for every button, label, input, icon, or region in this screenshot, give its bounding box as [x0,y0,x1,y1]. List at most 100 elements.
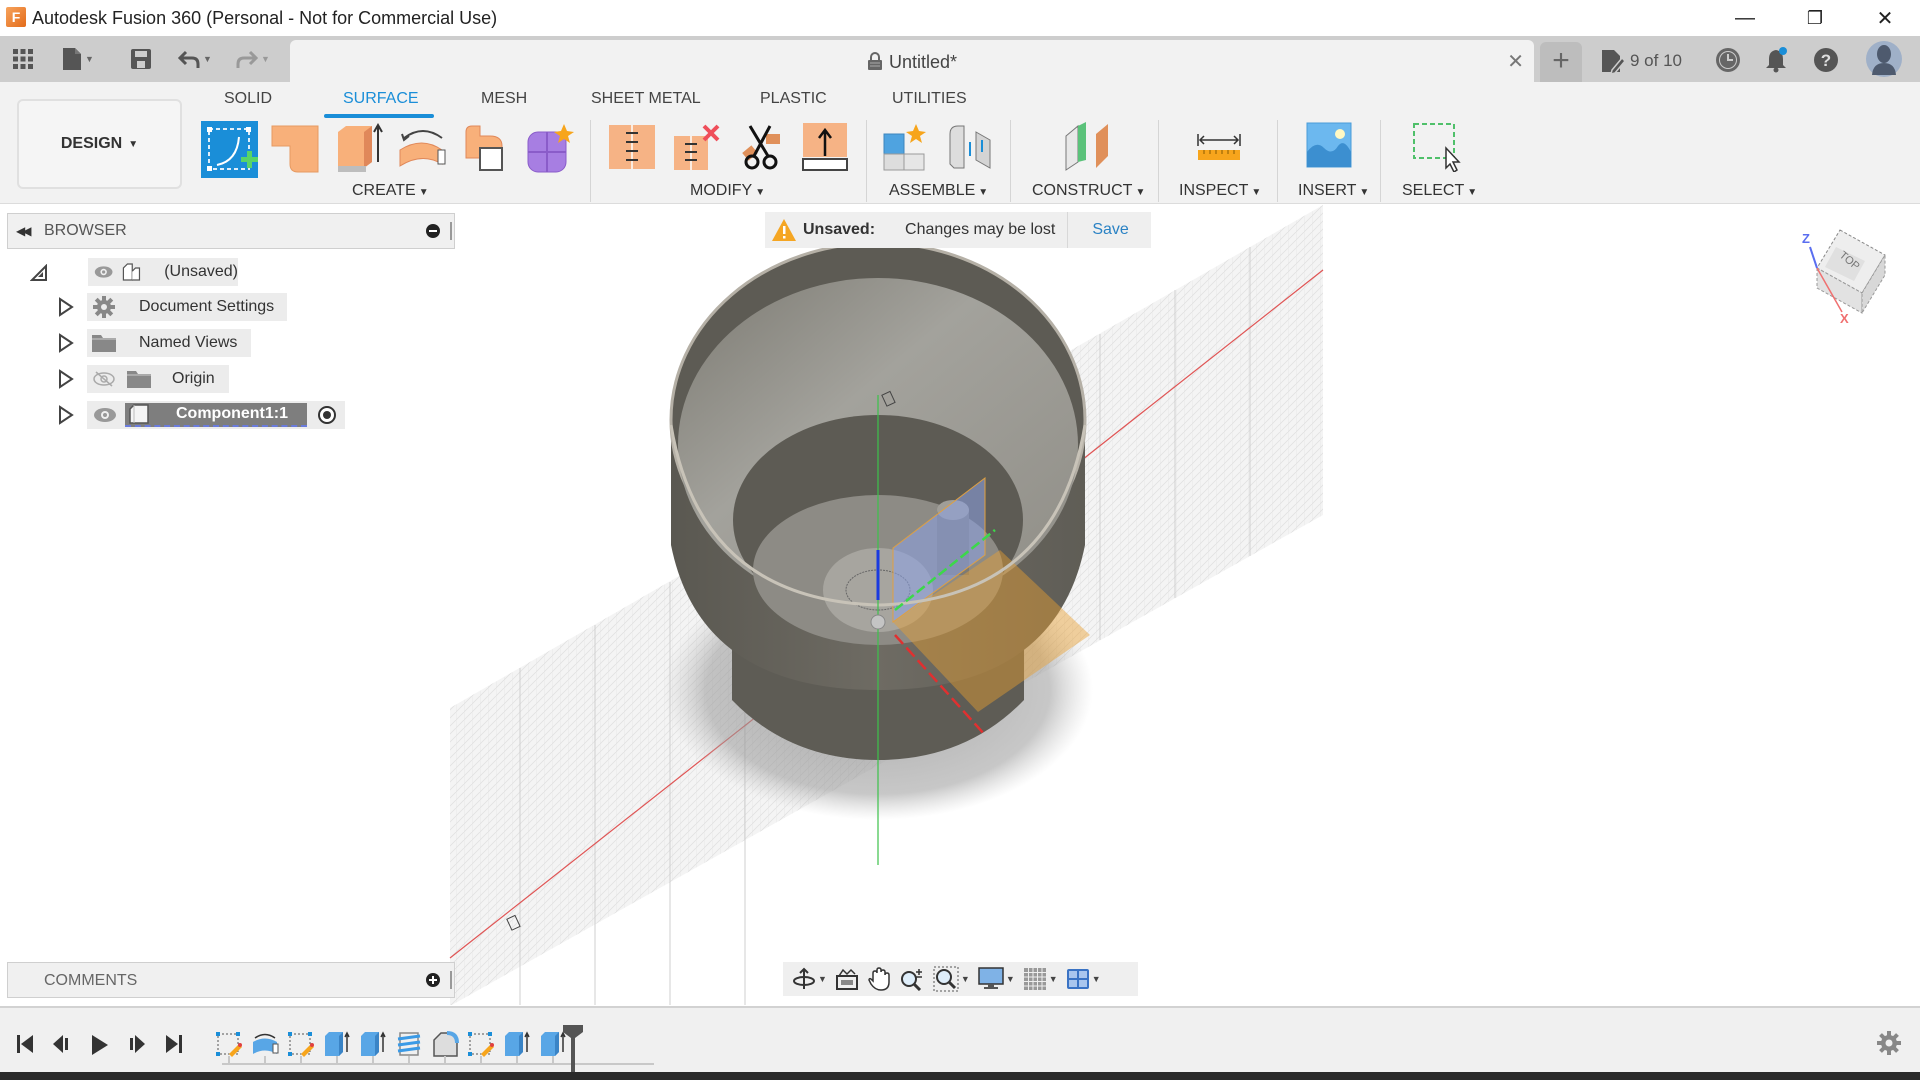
joint-button[interactable] [946,122,996,172]
file-menu-button[interactable]: ▼ [62,46,94,72]
close-tab-button[interactable]: ✕ [1507,49,1524,74]
assemble-menu[interactable]: ASSEMBLE ▼ [889,182,988,200]
play-icon[interactable] [91,1034,109,1056]
eye-icon[interactable] [94,264,113,280]
timeline-extrude-icon[interactable] [323,1030,351,1058]
tree-item-root[interactable]: (Unsaved) [88,258,238,286]
collapse-arrow-icon[interactable] [29,263,48,284]
timeline-extrude-icon[interactable] [503,1030,531,1058]
panel-resize-handle[interactable] [450,222,452,240]
minimize-panel-icon[interactable] [426,224,440,238]
grid-snaps-button[interactable]: ▼ [1020,964,1061,994]
help-button[interactable]: ? [1812,46,1840,74]
gear-icon [93,296,115,318]
timeline-fillet-icon[interactable] [431,1030,459,1058]
create-form-button[interactable] [524,122,574,173]
undo-button[interactable]: ▼ [178,46,212,72]
viewports-button[interactable]: ▼ [1063,964,1104,994]
expand-arrow-icon[interactable] [58,405,76,425]
3d-scene[interactable] [0,205,1920,1005]
unsaved-label: Unsaved: [803,221,876,238]
fit-button[interactable]: ▼ [930,964,973,994]
expand-arrow-icon[interactable] [58,297,76,317]
step-back-icon[interactable] [52,1034,72,1054]
patch-button[interactable] [270,124,320,174]
measure-button[interactable] [1196,132,1246,182]
history-button[interactable] [1714,46,1742,74]
display-settings-button[interactable]: ▼ [975,964,1018,994]
look-at-button[interactable] [832,964,862,994]
save-link[interactable]: Save [1092,221,1128,239]
go-to-start-icon[interactable] [16,1034,34,1054]
extrude-button[interactable] [334,122,384,172]
canvas-viewport[interactable]: TOP Z X [0,205,1920,1005]
pan-button[interactable] [864,964,894,994]
window-select-button[interactable] [1412,122,1462,174]
insert-image-button[interactable] [1306,122,1352,172]
timeline-sketch-icon[interactable] [215,1030,243,1058]
insert-menu[interactable]: INSERT ▼ [1298,182,1369,200]
workspace-switcher[interactable]: DESIGN ▼ [17,99,182,189]
data-panel-button[interactable] [12,46,34,72]
timeline-extrude-icon[interactable] [359,1030,387,1058]
offset-plane-button[interactable] [1062,122,1112,172]
notifications-button[interactable] [1762,46,1790,74]
restore-button[interactable]: ❐ [1780,0,1850,36]
construct-menu[interactable]: CONSTRUCT ▼ [1032,182,1145,200]
close-window-button[interactable]: ✕ [1850,0,1920,36]
timeline-thread-icon[interactable] [395,1030,423,1058]
user-silhouette-icon [1872,45,1896,75]
orbit-button[interactable]: ▼ [789,964,830,994]
settings-gear-icon[interactable] [1876,1030,1902,1056]
create-menu[interactable]: CREATE ▼ [352,182,429,200]
step-forward-icon[interactable] [126,1034,146,1054]
tree-item-component1[interactable]: Component1:1 [87,401,345,429]
unstitch-button[interactable] [672,122,722,172]
new-component-button[interactable] [882,122,932,172]
tree-item-document-settings[interactable]: Document Settings [87,293,287,321]
stitch-button[interactable] [608,123,658,173]
eye-icon[interactable] [93,407,117,423]
viewcube[interactable]: TOP Z X [1790,225,1900,335]
job-status-icon [1602,50,1626,74]
new-tab-button[interactable]: + [1540,42,1582,82]
extend-button[interactable] [802,122,852,172]
offset-button[interactable] [462,124,512,174]
panel-resize-handle[interactable] [450,971,452,989]
eye-hidden-icon[interactable] [92,370,116,388]
save-icon [131,49,151,69]
tab-utilities[interactable]: UTILITIES [892,90,967,108]
add-comment-icon[interactable] [426,973,440,987]
tab-solid[interactable]: SOLID [224,90,272,108]
user-avatar[interactable] [1866,41,1902,77]
save-button[interactable] [130,46,152,72]
tree-item-named-views[interactable]: Named Views [87,329,251,357]
timeline-sketch-icon[interactable] [467,1030,495,1058]
go-to-end-icon[interactable] [165,1034,183,1054]
minimize-button[interactable]: — [1710,0,1780,36]
document-tab[interactable]: Untitled* ✕ [290,40,1534,82]
timeline-sketch-icon[interactable] [287,1030,315,1058]
expand-arrow-icon[interactable] [58,333,76,353]
modify-menu[interactable]: MODIFY ▼ [690,182,765,200]
tab-mesh[interactable]: MESH [481,90,527,108]
revolve-button[interactable] [398,124,448,174]
tab-surface[interactable]: SURFACE [343,90,419,108]
job-status-button[interactable]: 9 of 10 [1600,48,1682,74]
create-sketch-button[interactable] [201,121,258,178]
inspect-menu[interactable]: INSPECT ▼ [1179,182,1261,200]
patch-icon [271,125,319,173]
timeline-marker-handle[interactable] [562,1024,584,1076]
tab-plastic[interactable]: PLASTIC [760,90,827,108]
timeline-revolve-icon[interactable] [251,1030,279,1058]
collapse-panel-icon[interactable]: ◀◀ [16,224,32,238]
activate-radio-icon[interactable] [317,405,337,425]
trim-button[interactable] [740,122,790,172]
display-monitor-icon [978,967,1004,989]
zoom-button[interactable] [896,964,928,994]
select-menu[interactable]: SELECT ▼ [1402,182,1477,200]
tree-item-origin[interactable]: Origin [87,365,229,393]
redo-button[interactable]: ▼ [236,46,270,72]
expand-arrow-icon[interactable] [58,369,76,389]
tab-sheet-metal[interactable]: SHEET METAL [591,90,701,108]
